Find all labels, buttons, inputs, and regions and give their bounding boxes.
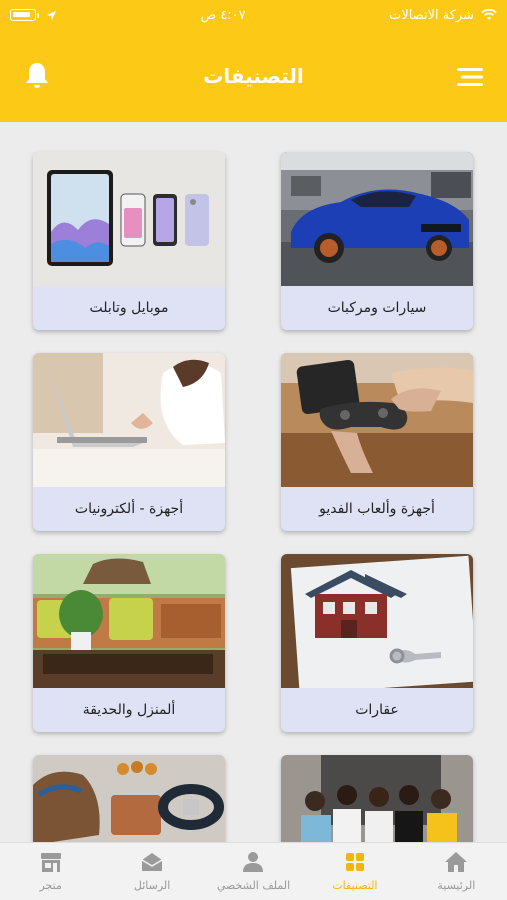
carrier-name: شركة الاتصالات (389, 7, 474, 23)
location-arrow-icon (46, 10, 57, 20)
category-label: سيارات ومركبات (327, 300, 427, 316)
category-card-video-games[interactable]: أجهزة وألعاب الفديو (281, 353, 473, 531)
wifi-icon (481, 9, 497, 20)
tab-label: الرئيسية (437, 879, 476, 892)
profile-icon (243, 852, 264, 872)
category-card-fashion[interactable] (281, 755, 473, 842)
tab-store[interactable]: متجر (0, 843, 101, 900)
category-image (281, 353, 473, 487)
category-image (281, 152, 473, 286)
categories-grid: سيارات ومركبات موبايل وتابلت أجهزة وألعا… (0, 122, 507, 842)
status-time: ٤:٠٧ ص (200, 7, 246, 23)
category-card-mobile-tablet[interactable]: موبايل وتابلت (33, 152, 225, 330)
bottom-tab-bar: الرئيسية التصنيفات الملف الشخصي الرسائل (0, 842, 507, 900)
category-label: موبايل وتابلت (89, 300, 169, 316)
category-card-cars[interactable]: سيارات ومركبات (281, 152, 473, 330)
category-label: عقارات (355, 702, 399, 718)
category-label: أجهزة - ألكترونيات (74, 501, 184, 517)
category-image (33, 353, 225, 487)
category-image (281, 755, 473, 842)
category-image (33, 554, 225, 688)
category-card-home-garden[interactable]: ألمنزل والحديقة (33, 554, 225, 732)
category-image (281, 554, 473, 688)
category-image (33, 152, 225, 286)
category-label: ألمنزل والحديقة (82, 702, 176, 718)
battery-icon (10, 9, 36, 21)
tab-profile[interactable]: الملف الشخصي (203, 843, 304, 900)
tab-home[interactable]: الرئيسية (406, 843, 507, 900)
category-card-electronics[interactable]: أجهزة - ألكترونيات (33, 353, 225, 531)
app-header: التصنيفات (0, 30, 507, 122)
category-image (33, 755, 225, 842)
tab-label: متجر (39, 879, 62, 892)
category-card-real-estate[interactable]: عقارات (281, 554, 473, 732)
category-card-accessories[interactable] (33, 755, 225, 842)
notifications-bell-icon[interactable] (24, 60, 50, 90)
tab-label: الملف الشخصي (216, 879, 291, 892)
tab-label: الرسائل (133, 879, 171, 892)
home-icon (445, 852, 468, 872)
status-bar: ٤:٠٧ ص شركة الاتصالات (0, 0, 507, 30)
grid-icon (345, 853, 364, 871)
tab-categories[interactable]: التصنيفات (304, 843, 405, 900)
tab-messages[interactable]: الرسائل (101, 843, 202, 900)
page-title: التصنيفات (203, 64, 304, 88)
category-label: أجهزة وألعاب الفديو (319, 501, 435, 517)
messages-icon (141, 853, 163, 871)
store-icon (40, 853, 61, 872)
tab-label: التصنيفات (332, 879, 378, 892)
menu-icon[interactable] (457, 66, 483, 88)
